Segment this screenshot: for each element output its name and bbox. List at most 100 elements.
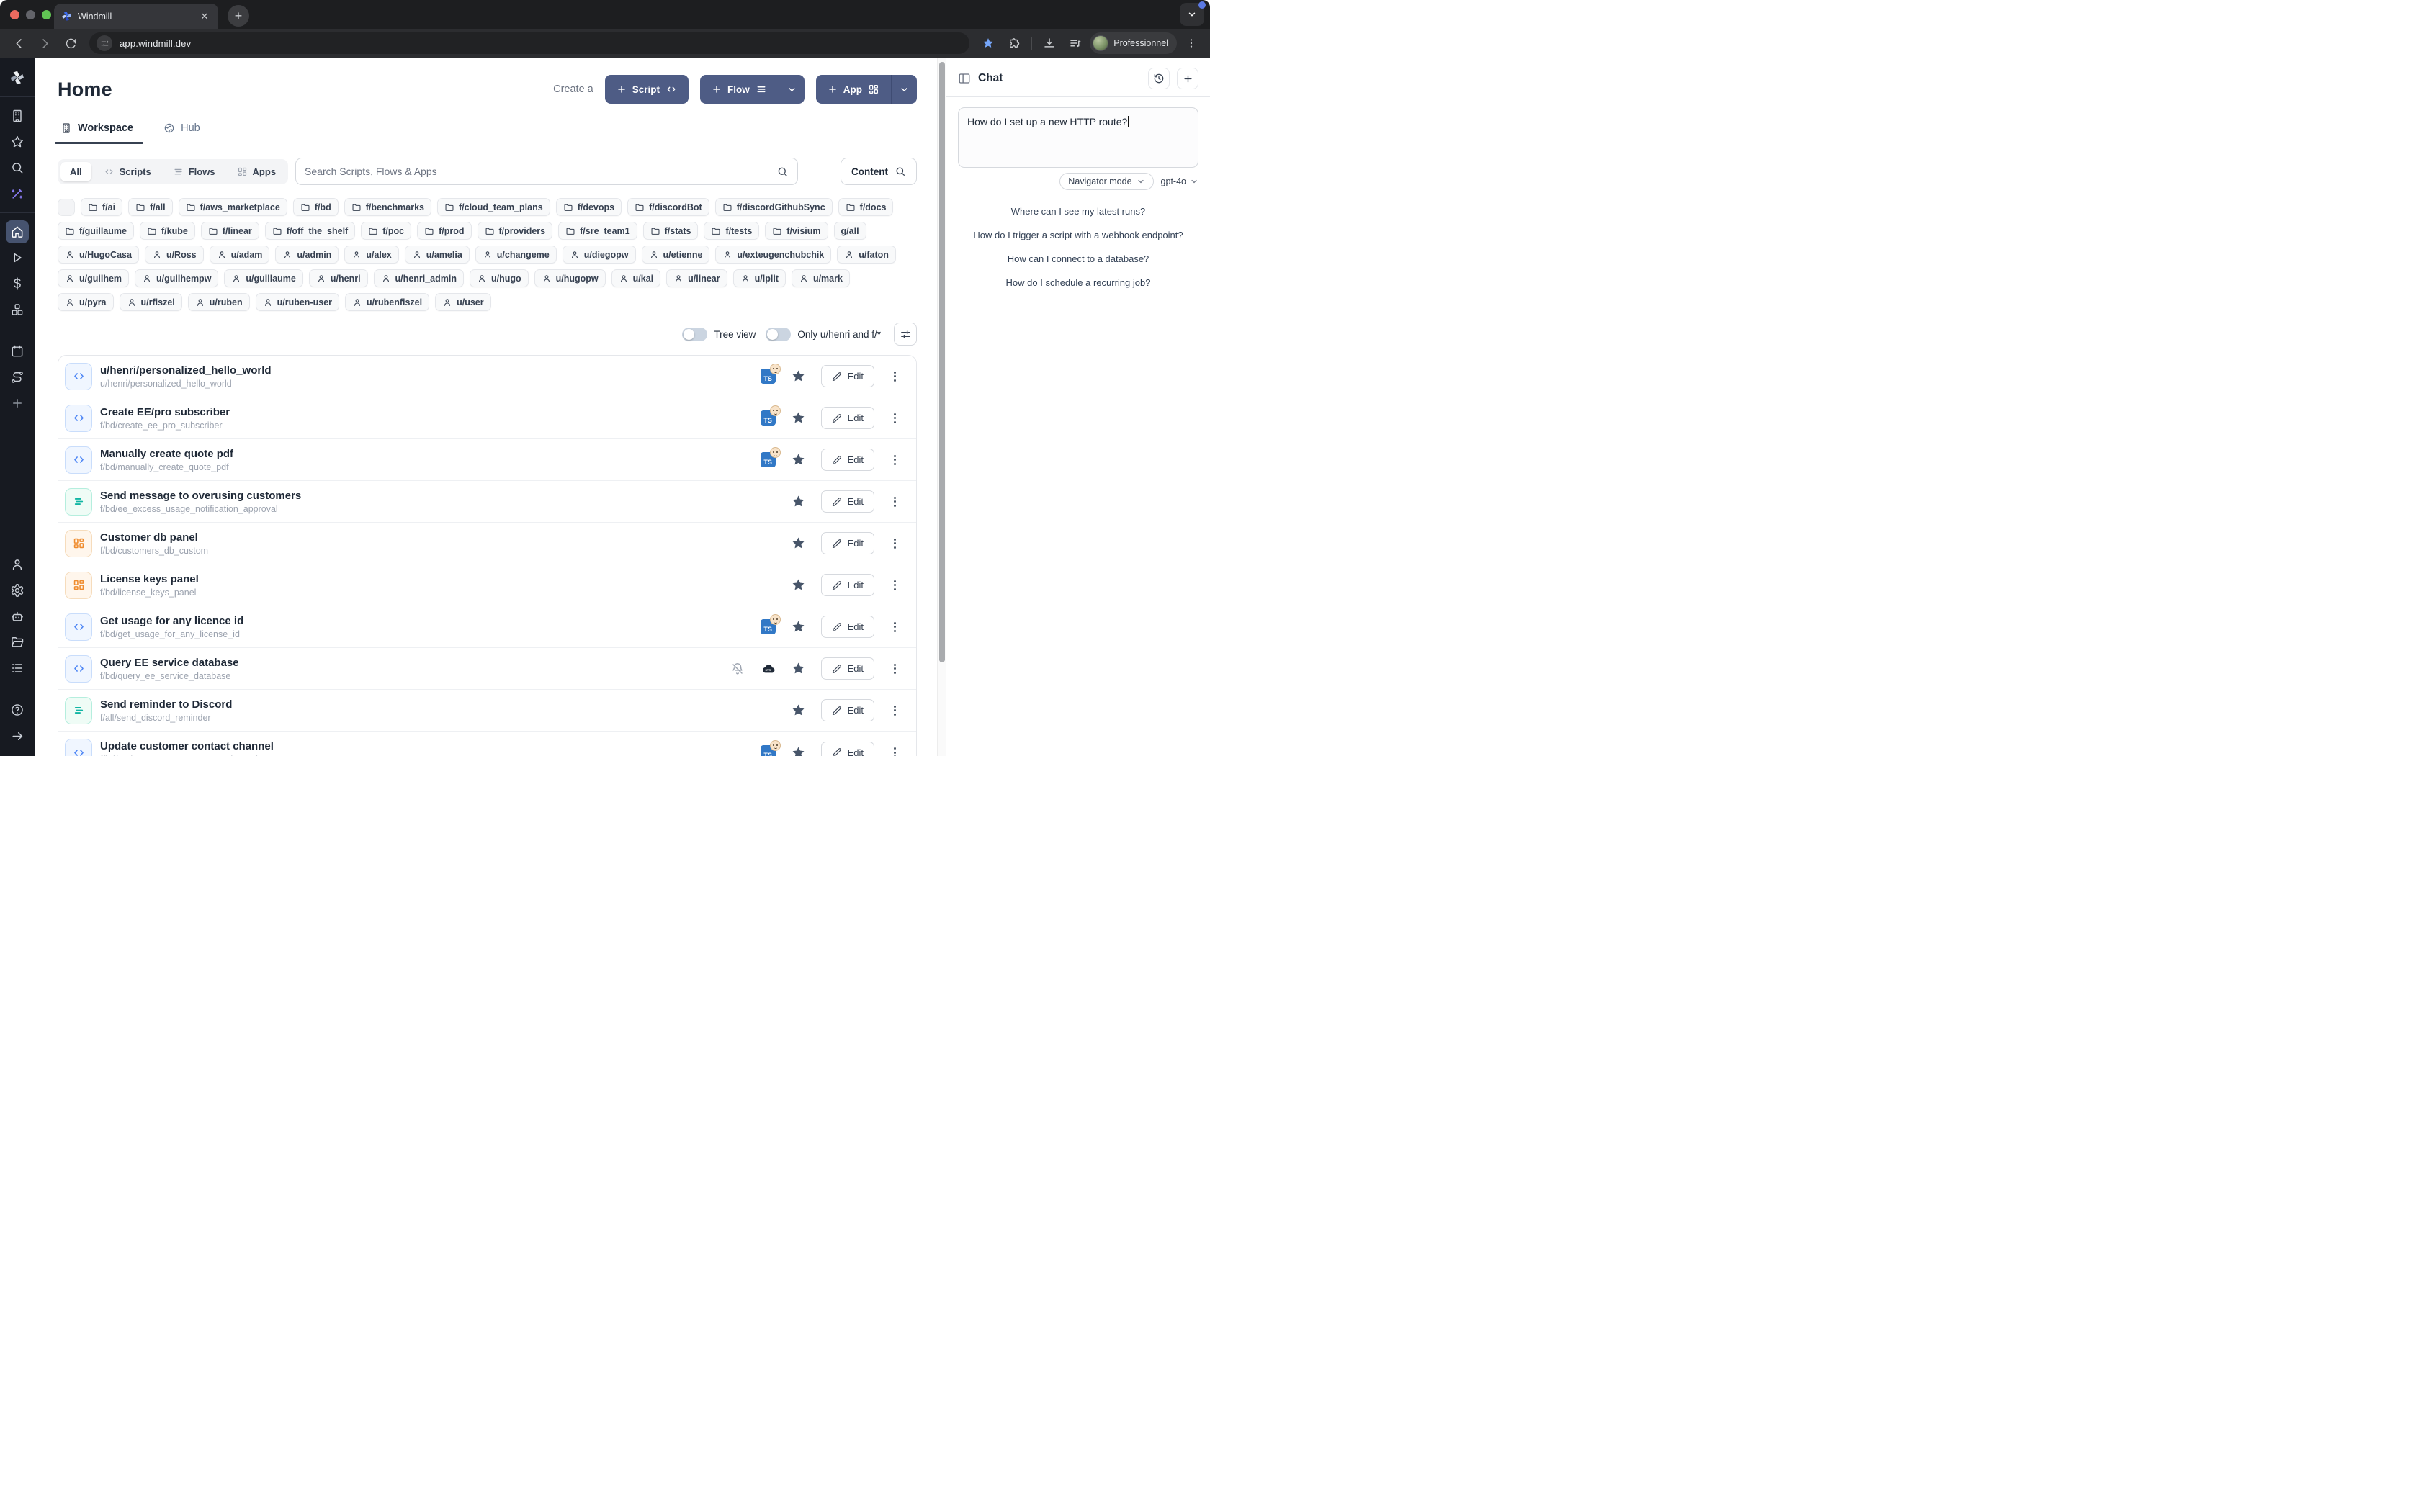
owner-chip-u/amelia[interactable]: u/amelia <box>405 246 470 264</box>
owner-chip-f/benchmarks[interactable]: f/benchmarks <box>344 198 431 216</box>
only-henri-toggle[interactable]: Only u/henri and f/* <box>766 328 881 341</box>
owner-chip-u/ruben-user[interactable]: u/ruben-user <box>256 293 339 311</box>
sidebar-item-schedules[interactable] <box>6 340 29 363</box>
scrollbar-thumb[interactable] <box>939 62 945 662</box>
owner-chip-u/rfiszel[interactable]: u/rfiszel <box>120 293 182 311</box>
media-playlist-icon[interactable] <box>1064 32 1087 54</box>
edit-button[interactable]: Edit <box>821 532 874 554</box>
owner-chip-f/aws_marketplace[interactable]: f/aws_marketplace <box>179 198 287 216</box>
owner-chip-f/visium[interactable]: f/visium <box>765 222 828 240</box>
toggle-track[interactable] <box>766 328 791 341</box>
filter-flows[interactable]: Flows <box>163 162 225 181</box>
sidebar-item-audit-logs[interactable] <box>6 657 29 680</box>
browser-tab[interactable]: Windmill ✕ <box>54 4 218 29</box>
owner-chip-f/sre_team1[interactable]: f/sre_team1 <box>558 222 637 240</box>
owner-chip-u/Ross[interactable]: u/Ross <box>145 246 204 264</box>
main-scrollbar[interactable] <box>937 58 946 756</box>
item-kebab-menu[interactable] <box>889 703 900 719</box>
owner-chip-u/henri[interactable]: u/henri <box>309 269 368 287</box>
owner-chip-u/etienne[interactable]: u/etienne <box>642 246 710 264</box>
sidebar-item-ai-wand[interactable] <box>6 182 29 205</box>
sidebar-item-help[interactable] <box>6 698 29 721</box>
owner-chip-u/rubenfiszel[interactable]: u/rubenfiszel <box>345 293 429 311</box>
owner-chip-u/linear[interactable]: u/linear <box>666 269 727 287</box>
item-kebab-menu[interactable] <box>889 452 900 468</box>
owner-chip-f/ai[interactable]: f/ai <box>81 198 122 216</box>
item-kebab-menu[interactable] <box>889 744 900 756</box>
edit-button[interactable]: Edit <box>821 407 874 429</box>
list-item[interactable]: Get usage for any licence id f/bd/get_us… <box>58 606 916 648</box>
owner-chip-u/mark[interactable]: u/mark <box>792 269 850 287</box>
chat-suggestion[interactable]: Where can I see my latest runs? <box>1011 206 1145 217</box>
item-kebab-menu[interactable] <box>889 619 900 635</box>
owner-chip-f/off_the_shelf[interactable]: f/off_the_shelf <box>265 222 355 240</box>
tree-view-toggle[interactable]: Tree view <box>682 328 756 341</box>
owner-chip-u/exteugenchubchik[interactable]: u/exteugenchubchik <box>715 246 831 264</box>
favorite-star-icon[interactable] <box>791 452 806 467</box>
owner-chip-u/pyra[interactable]: u/pyra <box>58 293 114 311</box>
create-script-button[interactable]: Script <box>605 75 689 104</box>
edit-button[interactable]: Edit <box>821 699 874 721</box>
new-chat-button[interactable] <box>1177 68 1198 89</box>
sidebar-item-billing[interactable] <box>6 272 29 295</box>
owner-chip-u/lplit[interactable]: u/lplit <box>733 269 786 287</box>
item-kebab-menu[interactable] <box>889 661 900 677</box>
site-settings-icon[interactable] <box>97 35 112 51</box>
favorite-star-icon[interactable] <box>791 745 806 757</box>
owner-chip-u/hugopw[interactable]: u/hugopw <box>534 269 606 287</box>
owner-chip-f/bd[interactable]: f/bd <box>293 198 339 216</box>
bookmark-star-icon[interactable] <box>977 32 1000 54</box>
edit-button[interactable]: Edit <box>821 657 874 680</box>
blank-chip[interactable] <box>58 199 75 216</box>
filter-all[interactable]: All <box>60 162 91 181</box>
favorite-star-icon[interactable] <box>791 536 806 551</box>
item-kebab-menu[interactable] <box>889 536 900 552</box>
owner-chip-g/all[interactable]: g/all <box>834 222 866 240</box>
back-button[interactable] <box>7 32 30 54</box>
forward-button[interactable] <box>33 32 56 54</box>
sidebar-item-search[interactable] <box>6 156 29 179</box>
sidebar-item-home[interactable] <box>6 220 29 243</box>
owner-chip-u/ruben[interactable]: u/ruben <box>188 293 250 311</box>
list-item[interactable]: License keys panel f/bd/license_keys_pan… <box>58 564 916 606</box>
list-item[interactable]: Update customer contact channel f/bd/upd… <box>58 732 916 756</box>
owner-chip-f/tests[interactable]: f/tests <box>704 222 759 240</box>
item-kebab-menu[interactable] <box>889 577 900 593</box>
minimize-window-button[interactable] <box>26 10 35 19</box>
toggle-track[interactable] <box>682 328 707 341</box>
chat-history-button[interactable] <box>1148 68 1170 89</box>
owner-chip-u/kai[interactable]: u/kai <box>611 269 661 287</box>
address-bar[interactable]: app.windmill.dev <box>89 32 969 54</box>
favorite-star-icon[interactable] <box>791 494 806 509</box>
windmill-logo[interactable] <box>6 66 29 89</box>
owner-chip-f/prod[interactable]: f/prod <box>417 222 471 240</box>
zoom-window-button[interactable] <box>42 10 51 19</box>
sidebar-item-folders[interactable] <box>6 631 29 654</box>
owner-chip-f/docs[interactable]: f/docs <box>838 198 894 216</box>
sidebar-item-create-plus[interactable] <box>6 392 29 415</box>
edit-button[interactable]: Edit <box>821 365 874 387</box>
list-item[interactable]: Customer db panel f/bd/customers_db_cust… <box>58 523 916 564</box>
chat-input[interactable]: How do I set up a new HTTP route? <box>958 107 1198 168</box>
sidebar-item-triggers-route[interactable] <box>6 366 29 389</box>
edit-button[interactable]: Edit <box>821 742 874 757</box>
sidebar-item-workers-robot[interactable] <box>6 605 29 628</box>
panel-collapse-icon[interactable] <box>958 72 971 85</box>
owner-chip-u/hugo[interactable]: u/hugo <box>470 269 529 287</box>
search-input[interactable] <box>305 166 769 177</box>
content-search-button[interactable]: Content <box>841 158 917 185</box>
favorite-star-icon[interactable] <box>791 619 806 634</box>
owner-chip-u/henri_admin[interactable]: u/henri_admin <box>374 269 464 287</box>
owner-chip-u/alex[interactable]: u/alex <box>344 246 398 264</box>
filter-scripts[interactable]: Scripts <box>94 162 161 181</box>
edit-button[interactable]: Edit <box>821 574 874 596</box>
sidebar-item-resources[interactable] <box>6 298 29 321</box>
chat-model-select[interactable]: gpt-4o <box>1161 176 1198 186</box>
reload-button[interactable] <box>59 32 82 54</box>
owner-chip-u/user[interactable]: u/user <box>435 293 491 311</box>
owner-chip-f/linear[interactable]: f/linear <box>201 222 259 240</box>
item-kebab-menu[interactable] <box>889 410 900 426</box>
create-app-button[interactable]: App <box>816 75 891 104</box>
item-kebab-menu[interactable] <box>889 369 900 384</box>
owner-chip-f/devops[interactable]: f/devops <box>556 198 622 216</box>
